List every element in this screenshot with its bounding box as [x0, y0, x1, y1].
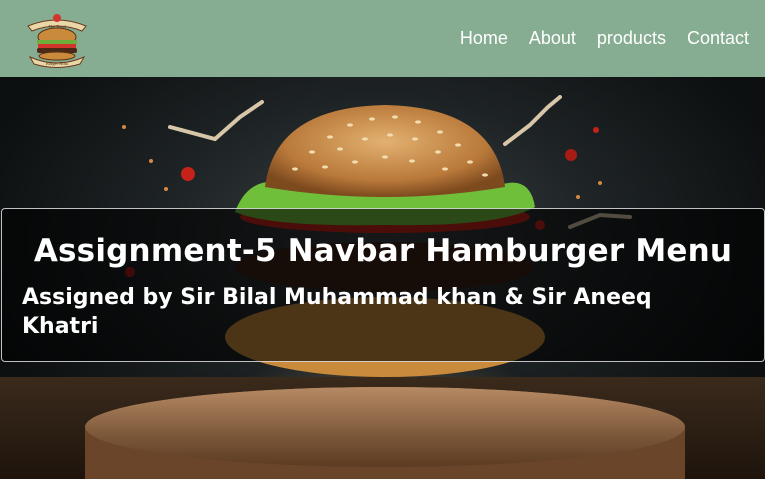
navbar: The Food Burger Bliss Home About product… [0, 0, 765, 77]
nav-link-about[interactable]: About [508, 0, 576, 77]
logo-text-bottom: Burger Bliss [46, 61, 69, 66]
nav-links: Home About products Contact [439, 0, 749, 77]
nav-link-home[interactable]: Home [439, 0, 508, 77]
logo-text-top: The Food [48, 24, 66, 29]
nav-link-contact[interactable]: Contact [666, 0, 749, 77]
burger-logo-icon[interactable]: The Food Burger Bliss [20, 9, 94, 69]
hero-overlay-box: Assignment-5 Navbar Hamburger Menu Assig… [1, 208, 765, 362]
hero-subtitle: Assigned by Sir Bilal Muhammad khan & Si… [22, 285, 652, 339]
hero-title: Assignment-5 Navbar Hamburger Menu [33, 233, 733, 269]
nav-link-products[interactable]: products [576, 0, 666, 77]
